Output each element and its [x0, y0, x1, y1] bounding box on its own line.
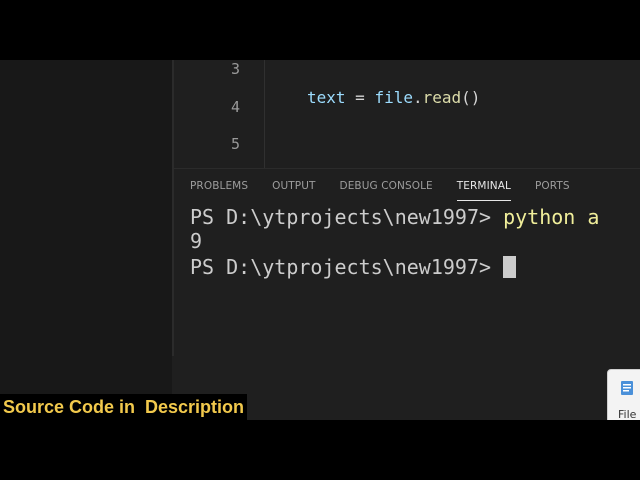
- code-token-dot: .: [412, 88, 423, 107]
- code-token-function: read: [422, 88, 462, 107]
- tab-problems[interactable]: PROBLEMS: [190, 179, 248, 201]
- code-token-variable: text: [307, 88, 346, 107]
- file-popup-label: File: [618, 408, 637, 420]
- source-code-caption: Source Code in Description: [0, 394, 248, 420]
- code-token-parens: (): [461, 88, 481, 107]
- terminal-output: 9: [190, 229, 203, 253]
- terminal-line: PS D:\ytprojects\new1997> python a: [190, 205, 599, 229]
- tab-ports[interactable]: PORTS: [535, 179, 570, 201]
- terminal-cursor: [503, 256, 517, 278]
- panel-tabs: PROBLEMS OUTPUT DEBUG CONSOLE TERMINAL P…: [190, 179, 594, 205]
- terminal-prompt: PS D:\ytprojects\new1997>: [190, 205, 504, 229]
- tab-terminal[interactable]: TERMINAL: [456, 179, 511, 201]
- line-number: 5: [230, 135, 240, 153]
- sidebar: [0, 60, 172, 420]
- tab-output[interactable]: OUTPUT: [272, 179, 315, 201]
- code-editor[interactable]: 3 4 5 text = file.read(): [174, 60, 640, 168]
- line-number: 4: [230, 98, 240, 116]
- letterbox-top: [0, 0, 640, 60]
- vscode-window: 3 4 5 text = file.read() PROBLEMS OUTPUT…: [0, 60, 640, 420]
- code-token-operator: =: [345, 88, 375, 107]
- terminal-prompt: PS D:\ytprojects\new1997>: [190, 255, 504, 279]
- file-popup[interactable]: File: [607, 369, 640, 420]
- terminal-command: python a: [503, 205, 600, 229]
- gutter-border: [264, 60, 265, 168]
- line-number: 3: [230, 60, 240, 78]
- code-line-4[interactable]: text = file.read(): [307, 88, 480, 107]
- code-token-object: file: [374, 88, 413, 107]
- tab-debug-console[interactable]: DEBUG CONSOLE: [340, 179, 433, 201]
- file-icon: [621, 381, 633, 395]
- bottom-panel: PROBLEMS OUTPUT DEBUG CONSOLE TERMINAL P…: [174, 168, 640, 420]
- line-number-gutter: 3 4 5: [174, 60, 266, 168]
- terminal[interactable]: PS D:\ytprojects\new1997> python a 9 PS …: [190, 203, 640, 403]
- terminal-line: PS D:\ytprojects\new1997>: [190, 255, 517, 279]
- letterbox-bottom: [0, 420, 640, 480]
